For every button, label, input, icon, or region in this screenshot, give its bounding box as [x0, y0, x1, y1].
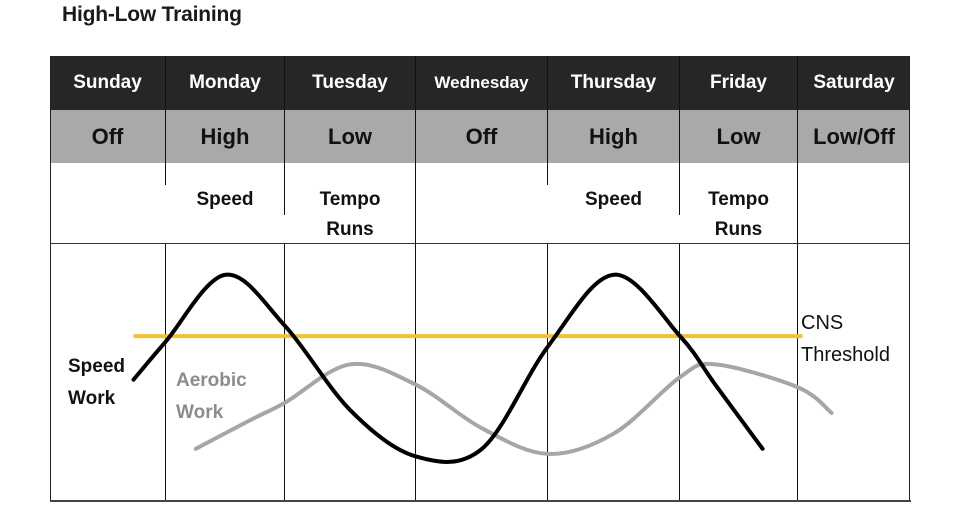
page-title: High-Low Training: [62, 3, 242, 26]
activity-line: Runs: [714, 219, 763, 240]
activity-cell: [416, 163, 548, 185]
aerobic-work-label: Aerobic Work: [176, 365, 247, 429]
chart-cell: [548, 244, 680, 502]
intensity-cell: Off: [50, 110, 166, 163]
cns-threshold-label: CNS Threshold: [801, 307, 890, 371]
label-line: CNS: [801, 312, 844, 334]
intensity-cell: Low/Off: [813, 123, 895, 149]
activity-row: Speed Tempo Runs Speed Tempo Runs: [50, 163, 910, 245]
intensity-cell: High: [548, 110, 680, 163]
day-header: Thursday: [548, 56, 680, 110]
label-line: Work: [68, 388, 116, 409]
chart-cell: [680, 244, 798, 502]
label-line: Aerobic: [176, 370, 247, 391]
chart-cell: [798, 244, 910, 502]
activity-line: Speed: [584, 189, 643, 210]
day-header: Saturday: [813, 72, 895, 93]
speed-work-label: Speed Work: [68, 351, 125, 415]
day-header: Friday: [680, 56, 798, 110]
activity-line: Speed: [196, 189, 254, 210]
chart-cell: [285, 244, 416, 502]
activity-cell: Tempo Runs: [680, 163, 798, 245]
label-line: Work: [176, 402, 224, 423]
activity-line: Tempo: [319, 189, 381, 210]
activity-cell: [798, 163, 910, 185]
activity-cell: Tempo Runs: [285, 163, 416, 245]
day-header: Tuesday: [285, 56, 416, 110]
day-header: Wednesday: [416, 56, 548, 110]
activity-cell: [50, 163, 166, 185]
training-table: Sunday Monday Tuesday Wednesday Thursday…: [50, 56, 910, 502]
day-header: Monday: [166, 56, 285, 110]
intensity-cell: Low: [680, 110, 798, 163]
intensity-cell: Off: [416, 110, 548, 163]
label-line: Speed: [68, 356, 126, 377]
days-row: Sunday Monday Tuesday Wednesday Thursday…: [50, 56, 910, 111]
label-line: Threshold: [801, 344, 890, 366]
activity-cell: Speed: [166, 163, 285, 215]
table-bottom-border: [50, 500, 911, 502]
activity-line: Tempo: [708, 189, 769, 210]
activity-cell: Speed: [548, 163, 680, 215]
day-header: Sunday: [50, 56, 166, 110]
intensity-row: Off High Low Off High Low Low/Off: [50, 110, 910, 164]
intensity-cell: Low: [285, 110, 416, 163]
chart-cell: [416, 244, 548, 502]
intensity-cell: High: [166, 110, 285, 163]
activity-line: Runs: [326, 219, 374, 240]
